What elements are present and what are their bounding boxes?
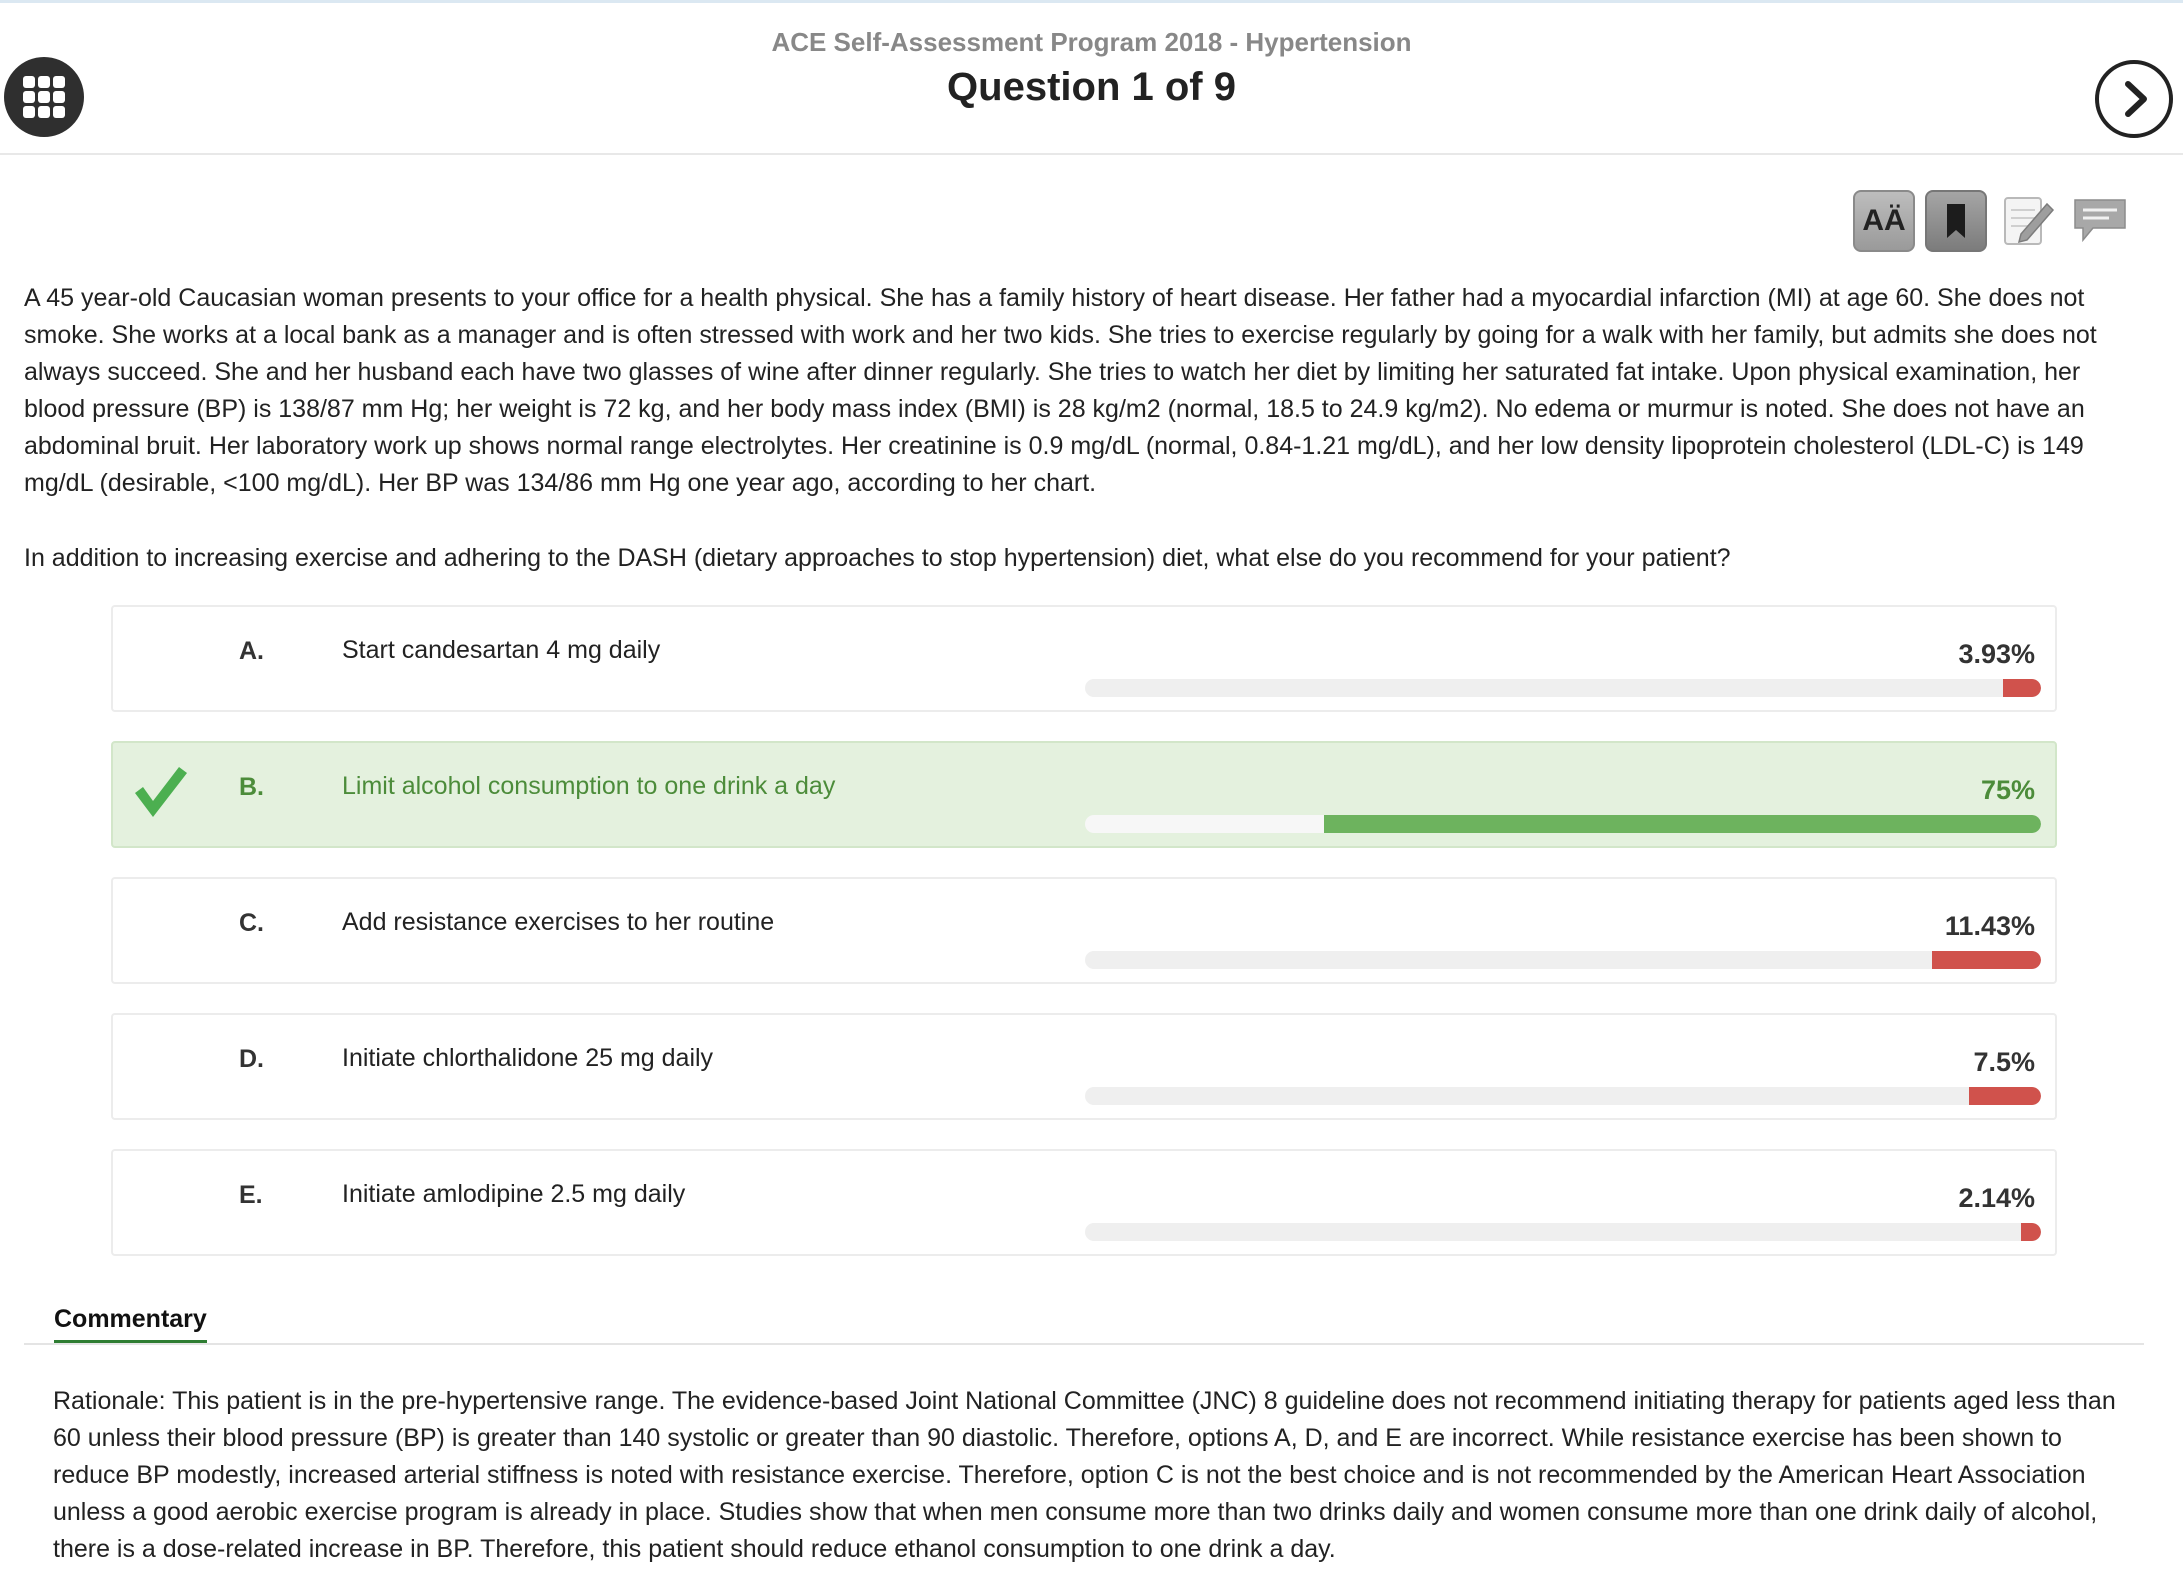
- answer-option-c[interactable]: C. Add resistance exercises to her routi…: [111, 877, 2057, 984]
- answer-letter: C.: [239, 909, 264, 937]
- notes-button[interactable]: [1997, 190, 2059, 252]
- answer-progress-fill: [2003, 679, 2041, 697]
- answer-percent: 2.14%: [1958, 1183, 2035, 1213]
- answer-letter: D.: [239, 1045, 264, 1073]
- chevron-right-icon: [2125, 81, 2147, 117]
- bookmark-icon: [1947, 204, 1965, 238]
- notepad-pencil-icon: [2004, 197, 2055, 245]
- question-prompt: In addition to increasing exercise and a…: [24, 544, 1731, 572]
- answer-progress-fill: [1324, 815, 2041, 833]
- comment-button[interactable]: [2069, 190, 2131, 252]
- answer-option-a[interactable]: A. Start candesartan 4 mg daily 3.93%: [111, 605, 2057, 712]
- answer-percent: 7.5%: [1973, 1047, 2035, 1077]
- answer-list: A. Start candesartan 4 mg daily 3.93% B.…: [111, 605, 2057, 1285]
- answer-letter: A.: [239, 637, 264, 665]
- answer-option-b[interactable]: B. Limit alcohol consumption to one drin…: [111, 741, 2057, 848]
- comment-icon: [2074, 199, 2126, 243]
- answer-text: Initiate chlorthalidone 25 mg daily: [342, 1044, 714, 1072]
- answer-percent: 3.93%: [1958, 639, 2035, 669]
- answer-progress-fill: [1969, 1087, 2041, 1105]
- answer-text: Limit alcohol consumption to one drink a…: [342, 772, 836, 800]
- answer-option-d[interactable]: D. Initiate chlorthalidone 25 mg daily 7…: [111, 1013, 2057, 1120]
- answer-progress-fill: [1931, 951, 2041, 969]
- bookmark-button[interactable]: [1925, 190, 1987, 252]
- answer-percent: 11.43%: [1944, 911, 2035, 941]
- toolbar: AÄ: [1853, 190, 2131, 252]
- answer-progress-track: [1085, 1223, 2041, 1241]
- answer-text: Initiate amlodipine 2.5 mg daily: [342, 1180, 686, 1208]
- tab-commentary[interactable]: Commentary: [54, 1305, 207, 1343]
- divider: [24, 1343, 2144, 1345]
- question-stem: A 45 year-old Caucasian woman presents t…: [24, 284, 2097, 497]
- answer-progress-fill: [2020, 1223, 2041, 1241]
- checkmark-icon: [135, 767, 187, 817]
- answer-percent: 75%: [1980, 775, 2035, 805]
- answer-option-e[interactable]: E. Initiate amlodipine 2.5 mg daily 2.14…: [111, 1149, 2057, 1256]
- page-title: Question 1 of 9: [947, 65, 1236, 109]
- answer-progress-track: [1085, 1087, 2041, 1105]
- next-question-button[interactable]: [2095, 60, 2173, 138]
- font-size-icon: AÄ: [1862, 204, 1906, 237]
- answer-progress-track: [1085, 679, 2041, 697]
- commentary-text: Rationale: This patient is in the pre-hy…: [53, 1387, 2116, 1563]
- answer-progress-track: [1085, 815, 2041, 833]
- font-size-button[interactable]: AÄ: [1853, 190, 1915, 252]
- answer-progress-track: [1085, 951, 2041, 969]
- answer-text: Start candesartan 4 mg daily: [342, 636, 661, 664]
- header: ACE Self-Assessment Program 2018 - Hyper…: [0, 3, 2183, 155]
- answer-letter: B.: [239, 773, 264, 801]
- answer-text: Add resistance exercises to her routine: [342, 908, 775, 936]
- program-title: ACE Self-Assessment Program 2018 - Hyper…: [771, 27, 1412, 57]
- answer-letter: E.: [239, 1181, 263, 1209]
